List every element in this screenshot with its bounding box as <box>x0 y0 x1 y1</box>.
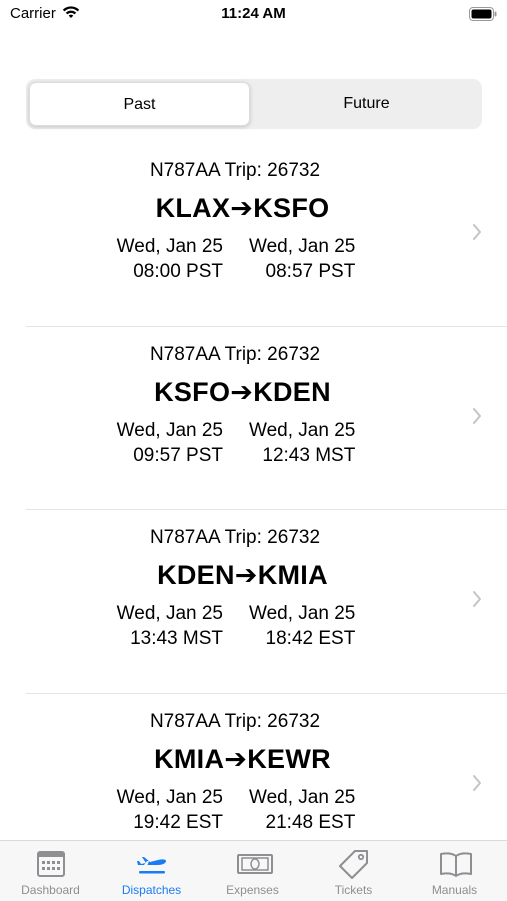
tag-icon <box>339 850 368 879</box>
tab-manuals[interactable]: Manuals <box>404 841 505 901</box>
trip-header: N787AA Trip: 26732 <box>149 160 321 181</box>
money-icon <box>237 854 273 874</box>
origin-code: KMIA <box>154 743 225 774</box>
tab-label: Expenses <box>226 883 279 897</box>
tab-dashboard[interactable]: Dashboard <box>0 841 101 901</box>
trip-list: N787AA Trip: 26732 KLAX➔KSFO Wed, Jan 25… <box>0 143 507 877</box>
segment-future[interactable]: Future <box>254 82 479 126</box>
departure-date: Wed, Jan 25 <box>116 603 223 624</box>
arrival-column: Wed, Jan 25 21:48 EST <box>249 785 355 835</box>
past-future-segmented-control: Past Future <box>26 79 482 129</box>
chevron-right-icon <box>473 774 481 791</box>
tab-tickets[interactable]: Tickets <box>303 841 404 901</box>
segment-past[interactable]: Past <box>29 82 250 126</box>
arrival-column: Wed, Jan 25 08:57 PST <box>249 234 355 284</box>
arrival-column: Wed, Jan 25 12:43 MST <box>249 418 355 468</box>
trip-row[interactable]: N787AA Trip: 26732 KDEN➔KMIA Wed, Jan 25… <box>0 510 507 694</box>
tab-dispatches[interactable]: Dispatches <box>101 841 202 901</box>
arrival-time: 18:42 EST <box>265 628 356 649</box>
departure-column: Wed, Jan 25 08:00 PST <box>117 234 223 284</box>
airplane-icon <box>137 857 166 874</box>
departure-column: Wed, Jan 25 19:42 EST <box>117 785 223 835</box>
arrow-icon: ➔ <box>234 560 258 590</box>
route: KSFO➔KDEN <box>0 377 485 408</box>
destination-code: KMIA <box>257 560 328 590</box>
trip-header: N787AA Trip: 26732 <box>149 710 321 732</box>
trip-header: N787AA Trip: 26732 <box>149 343 321 365</box>
arrow-icon: ➔ <box>224 743 248 774</box>
arrival-column: Wed, Jan 25 18:42 EST <box>249 601 355 651</box>
dashboard-icon <box>37 851 65 877</box>
route: KDEN➔KMIA <box>0 560 485 591</box>
tab-label: Dispatches <box>121 883 182 897</box>
origin-code: KDEN <box>157 560 235 590</box>
trip-row[interactable]: N787AA Trip: 26732 KLAX➔KSFO Wed, Jan 25… <box>0 143 507 327</box>
chevron-right-icon <box>473 591 481 607</box>
arrow-icon: ➔ <box>230 193 254 223</box>
departure-date: Wed, Jan 25 <box>116 419 223 441</box>
tab-label: Dashboard <box>21 883 80 897</box>
departure-time: 08:00 PST <box>133 261 223 282</box>
departure-column: Wed, Jan 25 09:57 PST <box>117 418 223 468</box>
departure-date: Wed, Jan 25 <box>116 786 223 808</box>
departure-time: 13:43 MST <box>130 628 223 649</box>
destination-code: KDEN <box>253 376 331 407</box>
arrival-date: Wed, Jan 25 <box>249 236 356 257</box>
tab-label: Tickets <box>334 883 373 897</box>
departure-column: Wed, Jan 25 13:43 MST <box>117 601 223 651</box>
departure-time: 09:57 PST <box>133 444 223 466</box>
trip-row[interactable]: N787AA Trip: 26732 KSFO➔KDEN Wed, Jan 25… <box>0 327 507 510</box>
route: KLAX➔KSFO <box>0 193 485 224</box>
arrival-date: Wed, Jan 25 <box>249 786 356 808</box>
battery-icon <box>469 7 497 26</box>
departure-date: Wed, Jan 25 <box>116 236 223 257</box>
trip-header: N787AA Trip: 26732 <box>149 527 321 548</box>
origin-code: KLAX <box>155 193 231 223</box>
tab-expenses[interactable]: Expenses <box>202 841 303 901</box>
status-bar: Carrier 11:24 AM <box>0 0 507 30</box>
arrival-date: Wed, Jan 25 <box>249 603 356 624</box>
arrow-icon: ➔ <box>230 376 254 407</box>
book-icon <box>440 852 472 877</box>
chevron-right-icon <box>473 224 481 240</box>
departure-time: 19:42 EST <box>133 811 223 833</box>
destination-code: KEWR <box>247 743 331 774</box>
route: KMIA➔KEWR <box>0 744 485 775</box>
arrival-time: 12:43 MST <box>262 444 356 466</box>
tab-label: Manuals <box>431 883 478 897</box>
chevron-right-icon <box>473 407 481 424</box>
arrival-time: 08:57 PST <box>265 261 356 282</box>
arrival-time: 21:48 EST <box>265 811 356 833</box>
destination-code: KSFO <box>253 193 330 223</box>
tab-bar: Dashboard Dispatches Expenses Tickets Ma… <box>0 840 507 901</box>
arrival-date: Wed, Jan 25 <box>249 419 356 441</box>
clock: 11:24 AM <box>221 5 286 22</box>
origin-code: KSFO <box>154 376 231 407</box>
